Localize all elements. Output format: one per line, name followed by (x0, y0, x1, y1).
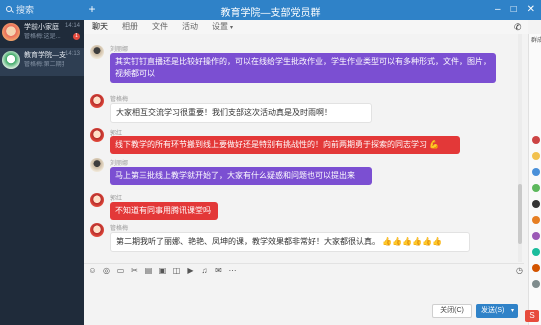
message-text: 第二期我听了丽娜、艳艳、凤坤的课，教学效果都非常好！大家都很认真。 (116, 237, 380, 246)
message-sender: 郭红 (110, 196, 123, 202)
close-button[interactable]: 关闭(C) (432, 304, 472, 318)
thumbs-up-icon: 👍 (422, 237, 433, 246)
message-bubble: 线下教学的所有环节搬到线上要做好还是特别有挑战性的！向前两期勇于探索的同志学习 … (110, 136, 460, 154)
avatar (90, 45, 104, 59)
title-bar: 搜索 + 教育学院—支部党员群 – □ ✕ (0, 0, 541, 20)
chat-tabs: 聊天 相册 文件 活动 设置 ▾ ✆ (84, 20, 528, 35)
mic-icon[interactable]: ♫ (200, 266, 209, 275)
scissors-icon[interactable]: ✂ (130, 266, 139, 275)
member-panel: 群成员 (528, 34, 541, 325)
action-bar: 关闭(C) 发送(S) ▾ (84, 303, 524, 325)
send-button[interactable]: 发送(S) ▾ (476, 304, 518, 318)
message-bubble: 马上第三批线上教学就开始了，大家有什么疑惑和问题也可以提出来 (110, 167, 372, 185)
message-bubble: 其实钉钉直播还是比较好操作的，可以在线给学生批改作业，学生作业类型可以有多种形式… (110, 53, 496, 83)
member-avatar[interactable] (532, 248, 540, 256)
session-list: 学前小家庭 管格梅:这是... 14:14 1 教育学院—支部… 管格梅:第二期… (0, 20, 84, 325)
chevron-down-icon[interactable]: ▾ (511, 304, 514, 318)
input-method-icon[interactable]: S (525, 310, 539, 322)
avatar (90, 158, 104, 172)
message-list: 刘丽娜 其实钉钉直播还是比较好操作的，可以在线给学生批改作业，学生作业类型可以有… (84, 34, 524, 262)
image-icon[interactable]: ▣ (158, 266, 167, 275)
session-time: 14:14 (64, 23, 80, 29)
chevron-down-icon: ▾ (230, 24, 234, 31)
session-time: 14:13 (64, 51, 80, 57)
avatar (90, 223, 104, 237)
message-bubble: 不知道有同事用腾讯课堂吗 (110, 202, 218, 220)
video-icon[interactable]: ▶ (186, 266, 195, 275)
window-controls: – □ ✕ (495, 4, 535, 15)
tab-files[interactable]: 文件 (152, 20, 168, 34)
unread-badge: 1 (73, 33, 80, 40)
input-toolbar: ☺ ◎ ▭ ✂ ▤ ▣ ◫ ▶ ♫ ✉ ⋯ ◷ (84, 263, 524, 277)
session-message: 管格梅:这是... (24, 34, 61, 40)
tab-album[interactable]: 相册 (122, 20, 138, 34)
shake-icon[interactable]: ◫ (172, 266, 181, 275)
session-name: 教育学院—支部… (24, 52, 66, 59)
avatar (2, 51, 20, 69)
session-name: 学前小家庭 (24, 24, 59, 31)
tab-chat[interactable]: 聊天 (92, 20, 108, 35)
members-label: 群成员 (531, 38, 541, 44)
avatar (2, 23, 20, 41)
maximize-icon[interactable]: □ (511, 4, 517, 15)
member-avatar[interactable] (532, 280, 540, 288)
session-item[interactable]: 学前小家庭 管格梅:这是... 14:14 1 (0, 20, 84, 48)
message-bubble: 第二期我听了丽娜、艳艳、凤坤的课，教学效果都非常好！大家都很认真。 👍👍👍👍👍👍 (110, 232, 470, 252)
member-avatar[interactable] (532, 216, 540, 224)
avatar (90, 193, 104, 207)
thumbs-up-icon: 👍 (412, 237, 423, 246)
tab-activity[interactable]: 活动 (182, 20, 198, 34)
message-input[interactable] (84, 277, 524, 303)
font-icon[interactable]: ▭ (116, 266, 125, 275)
tab-settings[interactable]: 设置 ▾ (212, 20, 233, 35)
session-message: 管格梅:第二期我听了… (24, 62, 64, 68)
member-avatar[interactable] (532, 200, 540, 208)
thumbs-up-icon: 👍 (432, 237, 443, 246)
message-bubble: 大家相互交流学习很重要！我们支部这次活动真是及时雨啊！ (110, 103, 372, 123)
gif-icon[interactable]: ◎ (102, 266, 111, 275)
muscle-emoji: 💪 (427, 140, 440, 149)
avatar (90, 128, 104, 142)
folder-icon[interactable]: ▤ (144, 266, 153, 275)
avatar (90, 94, 104, 108)
send-label: 发送(S) (481, 307, 505, 314)
thumbs-up-icon: 👍 (402, 237, 413, 246)
thumbs-up-icon: 👍 (392, 237, 403, 246)
more-icon[interactable]: ⋯ (228, 266, 237, 275)
member-avatar[interactable] (532, 232, 540, 240)
phone-icon[interactable]: ✆ (514, 22, 524, 32)
message-text: 线下教学的所有环节搬到线上要做好还是特别有挑战性的！向前两期勇于探索的同志学习 (115, 140, 427, 149)
thumbs-up-icon: 👍 (382, 237, 393, 246)
scrollbar-thumb[interactable] (518, 184, 522, 244)
message-sender: 管格梅 (110, 226, 129, 232)
emoji-icon[interactable]: ☺ (88, 266, 97, 275)
session-item[interactable]: 教育学院—支部… 管格梅:第二期我听了… 14:13 (0, 48, 84, 76)
window-title: 教育学院—支部党员群 (220, 8, 321, 19)
close-icon[interactable]: ✕ (527, 4, 535, 15)
tab-settings-label: 设置 (212, 21, 228, 31)
member-avatar[interactable] (532, 168, 540, 176)
message-sender: 管格梅 (110, 97, 129, 103)
member-avatar[interactable] (532, 152, 540, 160)
member-avatar[interactable] (532, 136, 540, 144)
message-sender: 刘丽娜 (110, 161, 129, 167)
minimize-icon[interactable]: – (495, 4, 501, 15)
message-sender: 刘丽娜 (110, 47, 129, 53)
member-avatar[interactable] (532, 184, 540, 192)
history-icon[interactable]: ◷ (515, 266, 524, 275)
member-avatar[interactable] (532, 264, 540, 272)
redpacket-icon[interactable]: ✉ (214, 266, 223, 275)
